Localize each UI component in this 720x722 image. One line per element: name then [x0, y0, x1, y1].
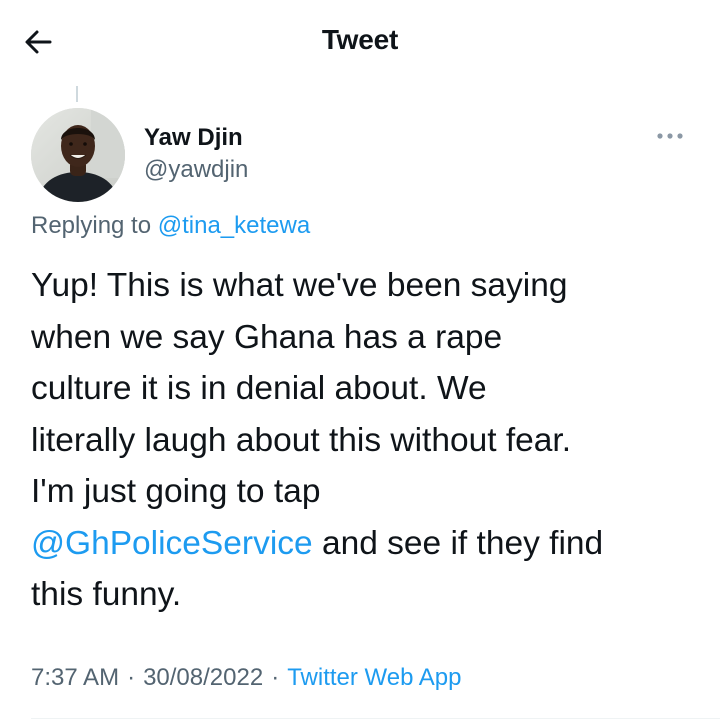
tweet-line: @GhPoliceService and see if they find: [31, 518, 701, 570]
replying-prefix: Replying to: [31, 212, 152, 239]
replying-to-mention-link[interactable]: @tina_ketewa: [158, 212, 310, 239]
tweet-line-text: and see if they find: [312, 524, 604, 562]
tweet-line: when we say Ghana has a rape: [31, 318, 503, 356]
divider: [31, 718, 720, 719]
tweet-meta: 7:37 AM · 30/08/2022 · Twitter Web App: [31, 664, 462, 692]
tweet-text: Yup! This is what we've been saying when…: [31, 260, 701, 621]
top-bar: Tweet: [0, 0, 720, 84]
profile-photo: [31, 108, 125, 202]
tweet-line: culture it is in denial about. We: [31, 370, 487, 407]
tweet-line: Yup! This is what we've been saying: [31, 267, 568, 304]
meta-separator: ·: [127, 664, 136, 691]
tweet-line: this funny.: [31, 576, 182, 613]
author-name[interactable]: Yaw Djin: [144, 124, 243, 152]
tweet-time[interactable]: 7:37 AM: [31, 664, 119, 691]
avatar[interactable]: [31, 108, 125, 202]
meta-separator: ·: [271, 664, 280, 691]
replying-to: Replying to @tina_ketewa: [31, 212, 310, 240]
tweet-date[interactable]: 30/08/2022: [143, 664, 263, 691]
tweet-source-link[interactable]: Twitter Web App: [287, 664, 461, 691]
tweet-line: literally laugh about this without fear.: [31, 421, 572, 459]
more-options-button[interactable]: [648, 122, 692, 150]
author-handle[interactable]: @yawdjin: [144, 156, 248, 184]
tweet-line: I'm just going to tap: [31, 473, 321, 510]
more-horizontal-icon: [657, 133, 683, 139]
police-mention-link[interactable]: @GhPoliceService: [31, 525, 313, 562]
thread-connector: [76, 86, 78, 102]
page-title: Tweet: [321, 24, 399, 55]
